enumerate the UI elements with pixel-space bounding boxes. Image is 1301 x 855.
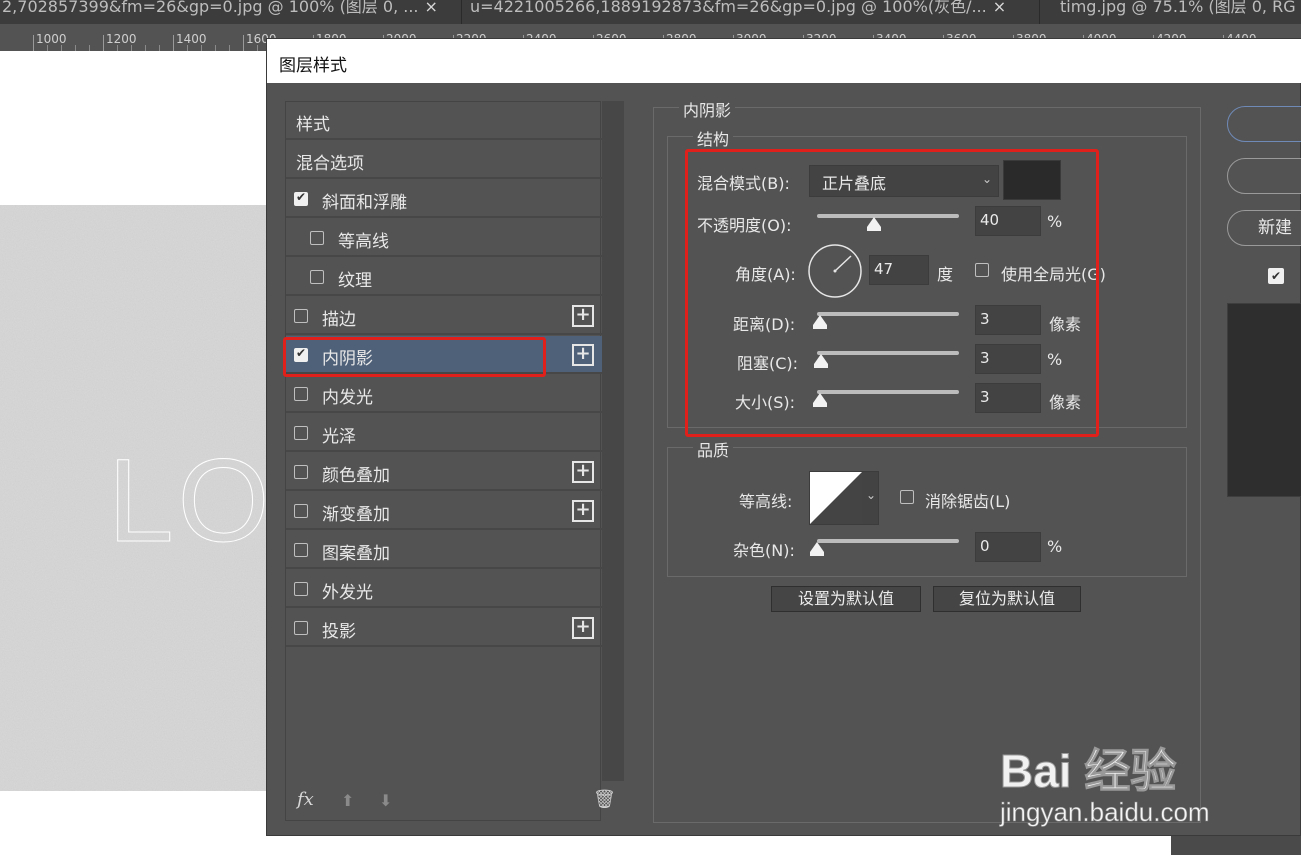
ruler-tick — [33, 35, 34, 51]
style-checkbox[interactable] — [294, 190, 308, 206]
style-item-label: 渐变叠加 — [322, 505, 390, 525]
style-checkbox[interactable] — [294, 465, 308, 479]
style-checkbox[interactable] — [310, 270, 324, 284]
highlight-box-selected-style — [283, 337, 546, 377]
style-list-item[interactable]: 内发光 — [286, 375, 602, 413]
ruler-tick — [173, 35, 174, 51]
style-list-item[interactable]: 外发光 — [286, 570, 602, 608]
contour-preview-icon — [810, 472, 862, 524]
style-list-item[interactable]: 等高线 — [286, 219, 602, 257]
noise-input[interactable]: 0 — [975, 532, 1041, 562]
style-item-label: 斜面和浮雕 — [322, 193, 407, 213]
set-default-button[interactable]: 设置为默认值 — [771, 586, 921, 612]
panel-edge — [1171, 836, 1301, 855]
noise-slider-track[interactable] — [817, 539, 959, 543]
style-checkbox[interactable] — [294, 504, 308, 518]
style-item-label: 光泽 — [322, 427, 356, 447]
tab-title: 2,702857399&fm=26&gp=0.jpg @ 100% (图层 0,… — [2, 0, 419, 16]
contour-picker[interactable]: ⌄ — [809, 471, 879, 525]
style-checkbox[interactable] — [294, 309, 308, 323]
ruler-label: 1400 — [176, 32, 207, 46]
reset-default-button[interactable]: 复位为默认值 — [933, 586, 1081, 612]
document-tab-bar: 2,702857399&fm=26&gp=0.jpg @ 100% (图层 0,… — [0, 0, 1301, 24]
style-list-item[interactable]: 投影 + — [286, 609, 602, 647]
noise-slider-thumb[interactable] — [810, 542, 824, 556]
trash-icon[interactable]: 🗑 — [593, 789, 616, 810]
inner-shadow-title: 内阴影 — [679, 97, 736, 121]
style-list-item[interactable]: 颜色叠加 + — [286, 453, 602, 491]
watermark-url: jingyan.baidu.com — [1000, 797, 1210, 828]
styles-list-scrollbar[interactable] — [602, 101, 624, 781]
add-instance-icon[interactable]: + — [572, 344, 594, 366]
fx-icon[interactable]: fx — [297, 789, 314, 810]
style-item-label: 等高线 — [338, 232, 389, 252]
cancel-button[interactable] — [1227, 158, 1301, 194]
anti-alias-checkbox[interactable] — [900, 490, 914, 504]
document-tab-1[interactable]: 2,702857399&fm=26&gp=0.jpg @ 100% (图层 0,… — [0, 0, 462, 24]
style-item-label: 内发光 — [322, 388, 373, 408]
style-list-item[interactable]: 描边 + — [286, 297, 602, 335]
style-item-label: 纹理 — [338, 271, 372, 291]
dialog-title: 图层样式 — [279, 56, 347, 76]
tab-title: timg.jpg @ 75.1% (图层 0, RG — [1060, 0, 1296, 16]
style-checkbox[interactable] — [294, 426, 308, 440]
style-checkbox[interactable] — [294, 387, 308, 401]
anti-alias-label: 消除锯齿(L) — [925, 492, 1011, 511]
chevron-down-icon: ⌄ — [866, 488, 877, 502]
tab-title: u=4221005266,1889192873&fm=26&gp=0.jpg @… — [470, 0, 987, 16]
baidu-jingyan-watermark: Bai 经验 jingyan.baidu.com — [999, 725, 1290, 835]
ruler-tick — [243, 35, 244, 51]
move-down-icon[interactable]: ⬇ — [379, 791, 392, 810]
ruler-label: 1200 — [106, 32, 137, 46]
style-list-item[interactable]: 光泽 — [286, 414, 602, 452]
add-instance-icon[interactable]: + — [572, 305, 594, 327]
style-item-label: 样式 — [296, 115, 330, 135]
contour-label: 等高线: — [739, 492, 793, 511]
style-checkbox[interactable] — [310, 231, 324, 245]
style-checkbox[interactable] — [294, 582, 308, 596]
style-checkbox[interactable] — [294, 621, 308, 635]
style-list-item[interactable]: 渐变叠加 + — [286, 492, 602, 530]
style-item-label: 混合选项 — [296, 154, 364, 174]
style-list-item[interactable]: 斜面和浮雕 — [286, 180, 602, 218]
ok-button[interactable] — [1227, 106, 1301, 142]
canvas-texture-image: LO — [0, 205, 270, 791]
preview-checkbox[interactable]: ✔ — [1268, 268, 1284, 284]
close-icon[interactable]: × — [993, 0, 1006, 16]
new-style-button[interactable]: 新建 — [1227, 210, 1301, 246]
canvas-text: LO — [107, 435, 274, 568]
quality-title: 品质 — [693, 437, 734, 461]
add-instance-icon[interactable]: + — [572, 500, 594, 522]
style-checkbox[interactable] — [294, 543, 308, 557]
add-instance-icon[interactable]: + — [572, 461, 594, 483]
style-item-label: 外发光 — [322, 583, 373, 603]
style-list-item[interactable]: 纹理 — [286, 258, 602, 296]
ruler-tick — [103, 35, 104, 51]
add-instance-icon[interactable]: + — [572, 617, 594, 639]
style-list-item[interactable]: 图案叠加 — [286, 531, 602, 569]
style-item-label: 图案叠加 — [322, 544, 390, 564]
dialog-titlebar: 图层样式 — [267, 39, 1301, 83]
noise-unit: % — [1047, 537, 1063, 556]
document-tab-3[interactable]: timg.jpg @ 75.1% (图层 0, RG — [1058, 0, 1301, 24]
noise-label: 杂色(N): — [733, 541, 795, 560]
styles-list: 样式混合选项斜面和浮雕等高线纹理描边+内阴影+内发光光泽颜色叠加+渐变叠加+图案… — [285, 101, 602, 821]
structure-title: 结构 — [693, 126, 734, 150]
style-list-item[interactable]: 样式 — [286, 102, 602, 140]
close-icon[interactable]: × — [425, 0, 438, 16]
style-list-item[interactable]: 混合选项 — [286, 141, 602, 179]
watermark-brand: Bai 经验 — [999, 745, 1177, 798]
style-item-label: 颜色叠加 — [322, 466, 390, 486]
document-tab-2[interactable]: u=4221005266,1889192873&fm=26&gp=0.jpg @… — [468, 0, 1040, 24]
style-item-label: 描边 — [322, 310, 356, 330]
move-up-icon[interactable]: ⬆ — [341, 791, 354, 810]
layer-style-dialog: 图层样式 样式混合选项斜面和浮雕等高线纹理描边+内阴影+内发光光泽颜色叠加+渐变… — [266, 38, 1301, 836]
highlight-box-structure — [685, 149, 1099, 437]
ruler-label: 1000 — [36, 32, 67, 46]
style-preview-thumbnail — [1227, 303, 1301, 497]
style-item-label: 投影 — [322, 622, 356, 642]
